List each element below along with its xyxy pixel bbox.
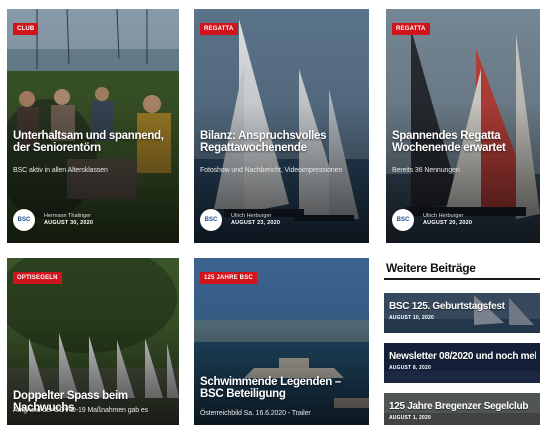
post-subtitle: BSC aktiv in allen Altersklassen <box>13 167 108 174</box>
post-card-seniorentoern[interactable]: CLUB Unterhaltsam und spannend, der Seni… <box>7 9 179 243</box>
sidebar-post-newsletter[interactable]: Newsletter 08/2020 und noch mehr… AUGUST… <box>384 343 540 383</box>
category-badge[interactable]: OPTISEGELN <box>13 272 62 284</box>
sidebar-post-125-jahre[interactable]: 125 Jahre Bregenzer Segelclub AUGUST 1, … <box>384 393 540 425</box>
author-name[interactable]: Hermann Thalinger <box>44 213 93 220</box>
post-subtitle: Fotoshow und Nachbericht, Videoimpressio… <box>200 167 343 174</box>
sidebar-post-geburtstagsfest[interactable]: BSC 125. Geburtstagsfest AUGUST 10, 2020 <box>384 293 540 333</box>
sidebar-post-title[interactable]: BSC 125. Geburtstagsfest <box>389 301 536 312</box>
sidebar-heading: Weitere Beiträge <box>384 258 540 280</box>
post-subtitle: Österreichbild Sa. 16.6.2020 - Trailer <box>200 410 311 417</box>
post-card-regatta-wochenende-erwartet[interactable]: REGATTA Spannendes Regatta Wochenende er… <box>386 9 540 243</box>
post-card-regattawochenende-bilanz[interactable]: REGATTA Bilanz: Anspruchsvolles Regattaw… <box>194 9 369 243</box>
sidebar-post-date: AUGUST 10, 2020 <box>389 315 434 321</box>
sidebar-post-date: AUGUST 8, 2020 <box>389 365 431 371</box>
post-card-nachwuchs[interactable]: OPTISEGELN Doppelter Spass beim Nachwuch… <box>7 258 179 425</box>
post-title[interactable]: Bilanz: Anspruchsvolles Regattawochenend… <box>200 130 363 154</box>
post-subtitle: Bereits 36 Nennungen <box>392 167 460 174</box>
category-badge[interactable]: REGATTA <box>392 23 430 35</box>
author-name[interactable]: Ulrich Herburger <box>423 213 472 220</box>
post-date: AUGUST 23, 2020 <box>231 220 281 226</box>
author-block: BSC Ulrich Herburger AUGUST 23, 2020 <box>200 209 280 231</box>
post-subtitle: Aufgrund der COVID-19 Maßnahmen gab es <box>13 407 149 414</box>
author-name[interactable]: Ulrich Herburger <box>231 213 280 220</box>
post-title[interactable]: Schwimmende Legenden – BSC Beteiligung <box>200 376 363 400</box>
sidebar-post-date: AUGUST 1, 2020 <box>389 415 431 421</box>
author-avatar[interactable]: BSC <box>13 209 35 231</box>
author-block: BSC Ulrich Herburger AUGUST 20, 2020 <box>392 209 472 231</box>
post-date: AUGUST 20, 2020 <box>423 220 473 226</box>
sidebar-post-title[interactable]: Newsletter 08/2020 und noch mehr… <box>389 351 536 362</box>
category-badge[interactable]: 125 JAHRE BSC <box>200 272 257 284</box>
sidebar-post-title[interactable]: 125 Jahre Bregenzer Segelclub <box>389 401 536 412</box>
sidebar-heading-text: Weitere Beiträge <box>386 261 476 275</box>
category-badge[interactable]: REGATTA <box>200 23 238 35</box>
category-badge[interactable]: CLUB <box>13 23 39 35</box>
post-date: AUGUST 30, 2020 <box>44 220 94 226</box>
author-avatar[interactable]: BSC <box>200 209 222 231</box>
post-card-schwimmende-legenden[interactable]: 125 JAHRE BSC Schwimmende Legenden – BSC… <box>194 258 369 425</box>
author-avatar[interactable]: BSC <box>392 209 414 231</box>
post-title[interactable]: Spannendes Regatta Wochenende erwartet <box>392 130 534 154</box>
post-title[interactable]: Unterhaltsam und spannend, der Seniorent… <box>13 130 173 154</box>
author-block: BSC Hermann Thalinger AUGUST 30, 2020 <box>13 209 93 231</box>
